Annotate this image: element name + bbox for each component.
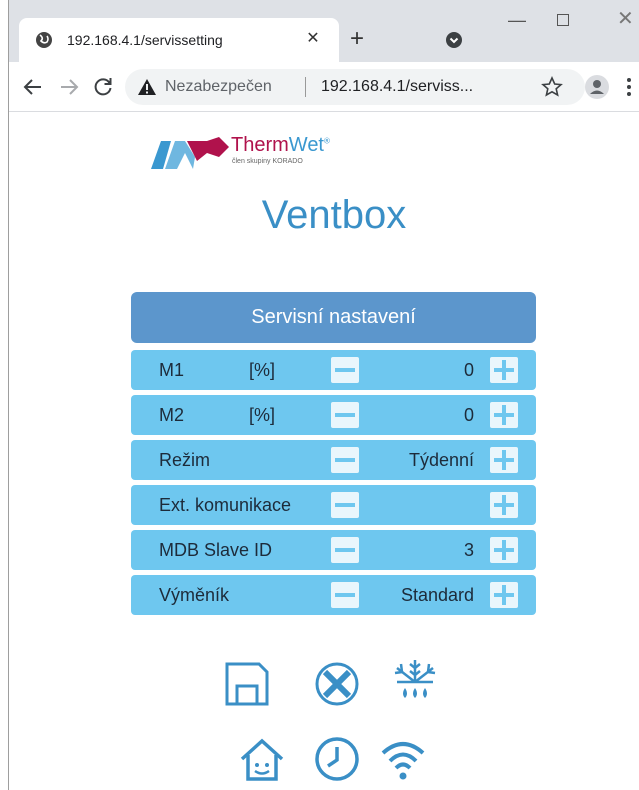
setting-unit: [%]: [249, 360, 276, 380]
increase-button[interactable]: [490, 447, 518, 473]
globe-icon: [36, 32, 52, 48]
logo-mark-icon: [151, 137, 229, 169]
clock-icon[interactable]: [313, 735, 361, 783]
setting-label: MDB Slave ID: [159, 540, 273, 560]
increase-button[interactable]: [490, 402, 518, 428]
setting-row-m2: M2 [%] 0: [131, 395, 536, 435]
warning-icon[interactable]: [137, 78, 157, 96]
tab-search-icon[interactable]: [445, 31, 463, 49]
address-bar[interactable]: Nezabezpečen 192.168.4.1/serviss...: [125, 69, 585, 105]
setting-row-m1: M1 [%] 0: [131, 350, 536, 390]
thermwet-logo: ThermWet® člen skupiny KORADO: [149, 133, 369, 173]
decrease-button[interactable]: [331, 402, 359, 428]
logo-subtitle: člen skupiny KORADO: [232, 158, 303, 165]
kebab-menu-icon[interactable]: [626, 75, 632, 99]
minus-icon: [335, 593, 355, 597]
setting-label: Výměník: [159, 585, 230, 605]
decrease-button[interactable]: [331, 447, 359, 473]
defrost-icon[interactable]: [391, 658, 439, 706]
setting-label: M2: [159, 405, 185, 425]
profile-avatar-icon[interactable]: [585, 75, 609, 99]
address-divider: [305, 77, 306, 97]
logo-brand: ThermWet®: [231, 134, 330, 156]
home-icon[interactable]: [238, 735, 286, 783]
tab-strip: 192.168.4.1/servissetting ✕ + — ✕: [9, 0, 639, 62]
increase-button[interactable]: [490, 537, 518, 563]
back-arrow-icon[interactable]: [21, 75, 45, 99]
decrease-button[interactable]: [331, 537, 359, 563]
minus-icon: [335, 413, 355, 417]
wifi-icon[interactable]: [379, 735, 427, 783]
decrease-button[interactable]: [331, 492, 359, 518]
setting-value: 0: [463, 405, 474, 425]
bookmark-star-icon[interactable]: [541, 76, 563, 98]
setting-row-rezim: Režim Týdenní: [131, 440, 536, 480]
browser-toolbar: Nezabezpečen 192.168.4.1/serviss...: [9, 62, 639, 112]
setting-value: Týdenní: [408, 450, 474, 470]
minus-icon: [335, 503, 355, 507]
browser-window: 192.168.4.1/servissetting ✕ + — ✕ Nezabe…: [8, 0, 639, 790]
setting-label: M1: [159, 360, 185, 380]
setting-label: Ext. komunikace: [159, 495, 292, 515]
minus-icon: [335, 548, 355, 552]
reload-icon[interactable]: [91, 75, 115, 99]
setting-value: 3: [463, 540, 474, 560]
url-text[interactable]: 192.168.4.1/serviss...: [321, 78, 473, 96]
tab-title: 192.168.4.1/servissetting: [67, 32, 223, 48]
increase-button[interactable]: [490, 492, 518, 518]
save-icon[interactable]: [223, 660, 271, 708]
minus-icon: [335, 458, 355, 462]
increase-button[interactable]: [490, 357, 518, 383]
page-content: ThermWet® člen skupiny KORADO Ventbox Se…: [9, 113, 639, 790]
cancel-icon[interactable]: [313, 660, 361, 708]
security-label[interactable]: Nezabezpečen: [165, 78, 272, 96]
setting-row-ext-komunikace: Ext. komunikace: [131, 485, 536, 525]
new-tab-icon[interactable]: +: [343, 26, 371, 54]
increase-button[interactable]: [490, 582, 518, 608]
setting-unit: [%]: [249, 405, 276, 425]
maximize-icon[interactable]: [557, 14, 569, 26]
forward-arrow-icon[interactable]: [57, 75, 81, 99]
panel-header: Servisní nastavení: [131, 292, 536, 343]
setting-row-vymenik: Výměník Standard: [131, 575, 536, 615]
browser-tab[interactable]: 192.168.4.1/servissetting ✕: [19, 18, 339, 62]
close-tab-icon[interactable]: ✕: [301, 27, 325, 51]
setting-value: Standard: [400, 585, 474, 605]
decrease-button[interactable]: [331, 357, 359, 383]
decrease-button[interactable]: [331, 582, 359, 608]
page-title: Ventbox: [261, 193, 407, 237]
setting-value: 0: [463, 360, 474, 380]
minus-icon: [335, 368, 355, 372]
setting-row-mdb-slave-id: MDB Slave ID 3: [131, 530, 536, 570]
minimize-icon[interactable]: —: [497, 10, 537, 40]
setting-label: Režim: [159, 450, 211, 470]
window-close-icon[interactable]: ✕: [617, 6, 634, 31]
